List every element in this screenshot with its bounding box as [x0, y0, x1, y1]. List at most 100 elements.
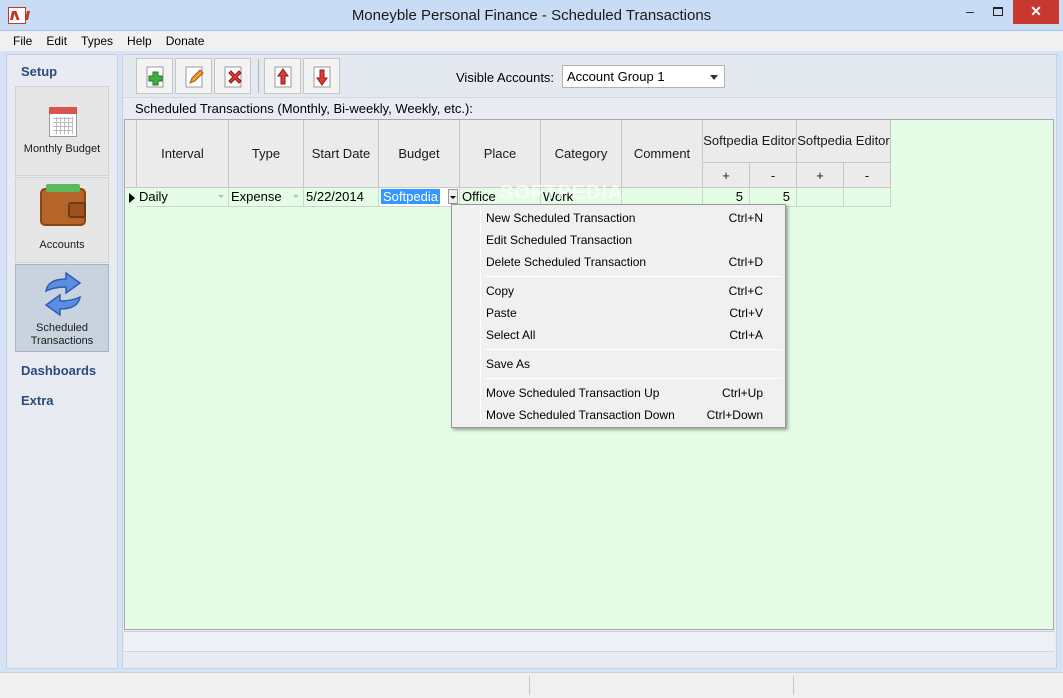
edit-button[interactable] — [175, 58, 212, 94]
menu-separator — [484, 378, 782, 379]
sidebar-item-accounts[interactable]: Accounts — [15, 177, 109, 263]
sidebar-item-label: Accounts — [39, 239, 85, 251]
visible-accounts-label: Visible Accounts: — [456, 70, 555, 85]
cell-budget[interactable]: Softpedia — [379, 188, 460, 207]
grid-footer — [124, 631, 1054, 667]
column-header-budget[interactable]: Budget — [379, 120, 460, 188]
menu-types[interactable]: Types — [74, 31, 120, 51]
menu-item-label: Delete Scheduled Transaction — [486, 255, 647, 269]
menu-edit[interactable]: Edit — [39, 31, 74, 51]
status-divider — [529, 676, 530, 695]
column-header-minus[interactable]: - — [844, 163, 891, 188]
sidebar-heading-setup[interactable]: Setup — [21, 64, 57, 79]
menu-item-shortcut: Ctrl+C — [728, 284, 763, 298]
move-down-button[interactable] — [303, 58, 340, 94]
menu-help[interactable]: Help — [120, 31, 159, 51]
column-header-plus[interactable]: + — [797, 163, 844, 188]
column-header-type[interactable]: Type — [229, 120, 304, 188]
menu-item-label: Edit Scheduled Transaction — [486, 233, 633, 247]
sidebar-item-scheduled-transactions[interactable]: Scheduled Transactions — [15, 264, 109, 352]
dropdown-arrow-icon — [218, 195, 224, 198]
calendar-icon — [49, 107, 77, 137]
column-group-header[interactable]: Softpedia Editor — [703, 120, 797, 163]
menu-item-copy[interactable]: Copy Ctrl+C — [454, 280, 783, 302]
move-down-icon — [313, 66, 331, 88]
cell-g2-plus[interactable] — [797, 188, 844, 207]
menu-donate[interactable]: Donate — [159, 31, 212, 51]
column-header-place[interactable]: Place — [460, 120, 541, 188]
sidebar-heading-dashboards[interactable]: Dashboards — [21, 363, 96, 378]
add-button[interactable] — [136, 58, 173, 94]
menu-item-move-down[interactable]: Move Scheduled Transaction Down Ctrl+Dow… — [454, 404, 783, 426]
dropdown-button[interactable] — [448, 189, 458, 204]
summary-bar — [124, 632, 1054, 652]
menu-item-label: Paste — [486, 306, 517, 320]
maximize-icon — [993, 7, 1003, 16]
menu-item-edit-scheduled-transaction[interactable]: Edit Scheduled Transaction — [454, 229, 783, 251]
cell-g2-minus[interactable] — [844, 188, 891, 207]
menu-item-shortcut: Ctrl+A — [729, 328, 763, 342]
menu-item-label: Save As — [486, 357, 531, 371]
column-header-start-date[interactable]: Start Date — [304, 120, 379, 188]
watermark: SOFTPEDIA — [500, 182, 624, 204]
menu-item-delete-scheduled-transaction[interactable]: Delete Scheduled Transaction Ctrl+D — [454, 251, 783, 273]
sidebar: Setup Monthly Budget Accounts Scheduled … — [6, 54, 118, 669]
menu-separator — [484, 276, 782, 277]
menu-item-shortcut: Ctrl+D — [728, 255, 763, 269]
maximize-button[interactable] — [985, 0, 1011, 24]
delete-button[interactable] — [214, 58, 251, 94]
move-up-button[interactable] — [264, 58, 301, 94]
column-header-comment[interactable]: Comment — [622, 120, 703, 188]
title-bar: Moneyble Personal Finance - Scheduled Tr… — [0, 0, 1063, 31]
sidebar-item-label: Scheduled Transactions — [30, 322, 94, 347]
toolbar: Visible Accounts: Account Group 1 — [123, 55, 1056, 97]
cell-value: Softpedia — [381, 189, 440, 204]
window-title: Moneyble Personal Finance - Scheduled Tr… — [351, 7, 712, 24]
cell-start-date[interactable]: 5/22/2014 — [304, 188, 379, 207]
toolbar-separator — [258, 59, 259, 93]
menu-item-label: Move Scheduled Transaction Up — [486, 386, 660, 400]
close-button[interactable]: ✕ — [1013, 0, 1059, 24]
visible-accounts-select[interactable]: Account Group 1 — [562, 65, 725, 88]
column-group-header[interactable]: Softpedia Editor — [797, 120, 891, 163]
menu-item-paste[interactable]: Paste Ctrl+V — [454, 302, 783, 324]
row-header-corner — [125, 120, 137, 188]
menu-item-label: New Scheduled Transaction — [486, 211, 636, 225]
cell-value: Expense — [231, 189, 282, 204]
menu-item-label: Select All — [486, 328, 536, 342]
menu-item-new-scheduled-transaction[interactable]: New Scheduled Transaction Ctrl+N — [454, 207, 783, 229]
sidebar-item-label: Monthly Budget — [23, 143, 101, 155]
menu-item-label: Copy — [486, 284, 515, 298]
edit-icon — [185, 66, 204, 88]
status-bar — [0, 672, 1063, 698]
menu-item-save-as[interactable]: Save As — [454, 353, 783, 375]
status-divider — [793, 676, 794, 695]
column-header-interval[interactable]: Interval — [137, 120, 229, 188]
cell-value: Daily — [139, 189, 168, 204]
column-header-category[interactable]: Category — [541, 120, 622, 188]
current-row-indicator-icon — [129, 193, 135, 203]
column-header-plus[interactable]: + — [703, 163, 750, 188]
menu-item-shortcut: Ctrl+Down — [706, 408, 763, 422]
sync-arrows-icon — [44, 271, 82, 317]
chevron-down-icon — [710, 75, 718, 80]
menu-item-move-up[interactable]: Move Scheduled Transaction Up Ctrl+Up — [454, 382, 783, 404]
menu-separator — [484, 349, 782, 350]
sidebar-item-monthly-budget[interactable]: Monthly Budget — [15, 86, 109, 176]
delete-icon — [224, 66, 242, 88]
add-icon — [146, 66, 164, 88]
menu-file[interactable]: File — [6, 31, 39, 51]
menu-bar: File Edit Types Help Donate — [0, 31, 1063, 51]
menu-item-select-all[interactable]: Select All Ctrl+A — [454, 324, 783, 346]
move-up-icon — [274, 66, 292, 88]
minimize-button[interactable]: ‒ — [955, 0, 985, 24]
column-header-minus[interactable]: - — [750, 163, 797, 188]
sidebar-heading-extra[interactable]: Extra — [21, 393, 54, 408]
cell-interval[interactable]: Daily — [137, 188, 229, 207]
dropdown-arrow-icon — [293, 195, 299, 198]
menu-item-shortcut: Ctrl+N — [728, 211, 763, 225]
wallet-icon — [40, 184, 86, 226]
menu-item-shortcut: Ctrl+Up — [721, 386, 763, 400]
menu-item-label: Move Scheduled Transaction Down — [486, 408, 675, 422]
cell-type[interactable]: Expense — [229, 188, 304, 207]
